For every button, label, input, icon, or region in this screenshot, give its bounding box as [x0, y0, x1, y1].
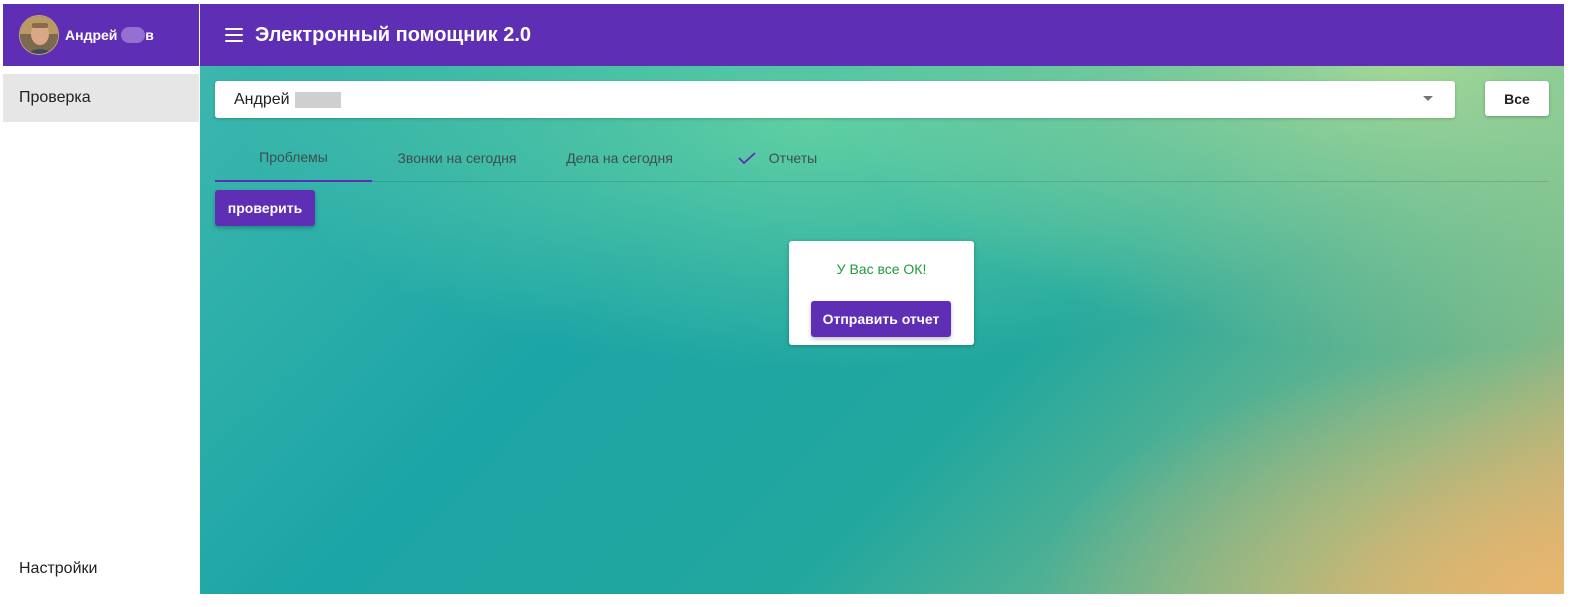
user-name: Андрей в [65, 27, 154, 43]
send-report-button[interactable]: Отправить отчет [811, 301, 951, 337]
all-button[interactable]: Все [1485, 81, 1549, 116]
user-header: Андрей в [3, 4, 199, 66]
sidebar-item-label: Проверка [19, 89, 91, 106]
tab-label: Дела на сегодня [566, 149, 673, 166]
check-button[interactable]: проверить [215, 190, 315, 226]
sidebar-item-check[interactable]: Проверка [3, 74, 199, 122]
redacted-text [121, 27, 146, 43]
user-first-name: Андрей [65, 27, 122, 43]
tab-label: Звонки на сегодня [397, 149, 517, 166]
tab-tasks-today[interactable]: Дела на сегодня [542, 134, 697, 181]
main-content: Электронный помощник 2.0 Андрей Все Проб… [200, 4, 1564, 594]
user-last-name-end: в [145, 27, 154, 43]
avatar[interactable] [19, 15, 59, 55]
status-card: У Вас все ОК! Отправить отчет [789, 241, 974, 345]
employee-select[interactable]: Андрей [215, 81, 1455, 118]
sidebar-item-settings[interactable]: Настройки [19, 560, 97, 578]
sidebar: Андрей в Проверка Настройки [3, 4, 199, 598]
caret-down-icon[interactable] [1423, 96, 1433, 101]
tab-calls-today[interactable]: Звонки на сегодня [372, 134, 542, 181]
status-message: У Вас все ОК! [836, 261, 927, 277]
tab-reports[interactable]: Отчеты [697, 134, 857, 181]
check-icon [738, 151, 756, 164]
tab-label: Отчеты [768, 149, 818, 166]
tab-label: Проблемы [259, 149, 328, 165]
page-title: Электронный помощник 2.0 [255, 23, 532, 46]
redacted-text [294, 91, 341, 108]
app-window: Андрей в Проверка Настройки Электронный … [0, 0, 1592, 607]
app-toolbar: Электронный помощник 2.0 [200, 4, 1564, 66]
avatar-image [20, 16, 58, 54]
menu-icon[interactable] [225, 28, 243, 42]
tab-bar: Проблемы Звонки на сегодня Дела на сегод… [215, 134, 1548, 182]
tab-problems[interactable]: Проблемы [215, 134, 372, 182]
employee-select-value: Андрей [234, 90, 290, 108]
